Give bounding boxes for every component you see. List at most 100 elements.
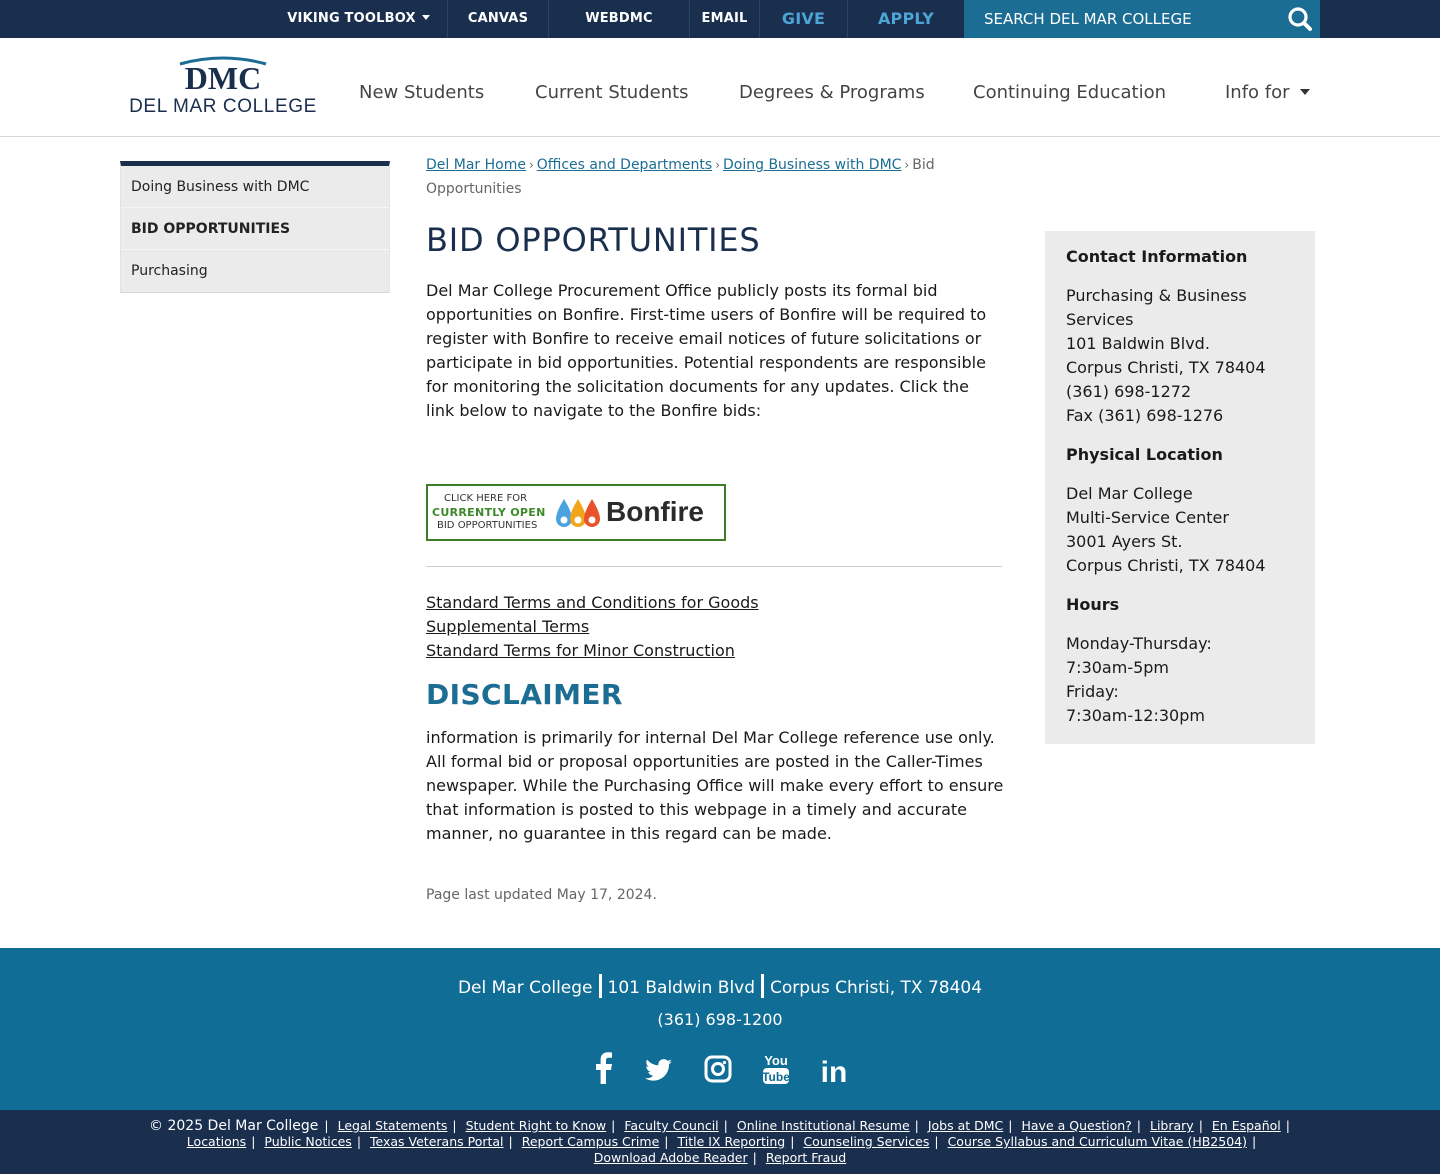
search-icon [1288, 7, 1312, 31]
footer-college-name: Del Mar College [457, 978, 593, 998]
nav-degrees-programs[interactable]: Degrees & Programs [739, 82, 925, 103]
logo-wordmark: DEL MAR COLLEGE [129, 96, 317, 117]
facebook-link[interactable] [588, 1052, 620, 1086]
supplemental-terms-link[interactable]: Supplemental Terms [426, 615, 759, 639]
pipe-divider: | [1008, 1118, 1013, 1133]
library-link[interactable]: Library [1150, 1118, 1194, 1133]
hours-line: 7:30am-5pm [1066, 658, 1170, 677]
pipe-divider: | [723, 1118, 728, 1133]
title-ix-reporting-link[interactable]: Title IX Reporting [677, 1134, 785, 1149]
dmc-logo-mark: DMC [179, 56, 267, 94]
intro-paragraph: Del Mar College Procurement Office publi… [426, 281, 987, 420]
nav-info-for[interactable]: Info for [1225, 82, 1310, 103]
contact-office-line: Purchasing & Business Services [1066, 286, 1247, 329]
counseling-services-link[interactable]: Counseling Services [803, 1134, 929, 1149]
pipe-divider: | [1198, 1118, 1203, 1133]
youtube-you-text: You [764, 1053, 788, 1068]
pipe-divider: | [752, 1150, 757, 1165]
facebook-icon [596, 1052, 612, 1084]
location-heading: Physical Location [1066, 445, 1223, 464]
apply-link[interactable]: APPLY [848, 0, 964, 38]
sidebar-item-doing-business[interactable]: Doing Business with DMC [121, 166, 389, 208]
caret-down-icon [421, 15, 430, 20]
content-divider [426, 566, 1002, 567]
public-notices-link[interactable]: Public Notices [264, 1134, 351, 1149]
jobs-at-dmc-link[interactable]: Jobs at DMC [928, 1118, 1003, 1133]
youtube-link[interactable]: You Tube [760, 1052, 792, 1086]
footer-phone[interactable]: (361) 698-1200 [0, 1010, 1440, 1029]
pipe-divider: | [324, 1118, 329, 1133]
footer-divider [761, 974, 765, 998]
sidebar-item-bid-opportunities[interactable]: BID OPPORTUNITIES [121, 208, 389, 250]
footer-divider [598, 974, 602, 998]
email-link[interactable]: EMAIL [690, 0, 760, 38]
nav-current-students[interactable]: Current Students [535, 82, 689, 103]
disclaimer-text: information is primarily for internal De… [426, 728, 1004, 843]
legal-links-row-2: Locations | Public Notices | Texas Veteran… [0, 1134, 1440, 1150]
webdmc-link[interactable]: WEBDMC [549, 0, 690, 38]
caret-down-icon [1299, 89, 1310, 95]
utility-bar: VIKING TOOLBOX CANVAS WEBDMC EMAIL GIVE … [0, 0, 1440, 38]
twitter-link[interactable] [642, 1052, 674, 1086]
dmc-logo[interactable]: DMC DEL MAR COLLEGE [128, 56, 318, 120]
social-links: You Tube in [588, 1052, 858, 1092]
contact-office-line: 101 Baldwin Blvd. [1066, 334, 1210, 353]
search-button[interactable] [1278, 0, 1320, 38]
section-sidebar: Doing Business with DMC BID OPPORTUNITIE… [120, 161, 390, 293]
breadcrumb-offices[interactable]: Offices and Departments [537, 157, 712, 173]
have-a-question-link[interactable]: Have a Question? [1021, 1118, 1131, 1133]
bonfire-line3: BID OPPORTUNITIES [437, 520, 538, 531]
download-adobe-reader-link[interactable]: Download Adobe Reader [594, 1150, 748, 1165]
site-search [964, 0, 1320, 38]
physical-location: Del Mar College Multi-Service Center 300… [1066, 482, 1294, 578]
contact-phone: (361) 698-1272 [1066, 382, 1192, 401]
nav-continuing-education[interactable]: Continuing Education [973, 82, 1166, 103]
main-content: Del Mar Home › Offices and Departments › Doi… [426, 153, 1006, 903]
give-link[interactable]: GIVE [760, 0, 848, 38]
viking-toolbox-menu[interactable]: VIKING TOOLBOX [270, 0, 448, 38]
legal-links-row-3: Download Adobe Reader | Report Fraud [0, 1150, 1440, 1166]
student-right-to-know-link[interactable]: Student Right to Know [466, 1118, 607, 1133]
pipe-divider: | [356, 1134, 362, 1149]
pipe-divider: | [664, 1134, 669, 1149]
texas-veterans-portal-link[interactable]: Texas Veterans Portal [370, 1134, 504, 1149]
linkedin-link[interactable]: in [818, 1052, 850, 1089]
contact-office-line: Corpus Christi, TX 78404 [1066, 358, 1266, 377]
canvas-link[interactable]: CANVAS [448, 0, 549, 38]
twitter-icon [645, 1059, 672, 1081]
report-campus-crime-link[interactable]: Report Campus Crime [522, 1134, 660, 1149]
legal-statements-link[interactable]: Legal Statements [338, 1118, 448, 1133]
pipe-divider: | [790, 1134, 795, 1149]
pipe-divider: | [1251, 1134, 1257, 1149]
breadcrumb-doing-business[interactable]: Doing Business with DMC [723, 157, 901, 173]
en-espanol-link[interactable]: En Español [1212, 1118, 1281, 1133]
hours-line: Friday: [1066, 682, 1119, 701]
nav-new-students[interactable]: New Students [359, 82, 484, 103]
breadcrumb-home[interactable]: Del Mar Home [426, 157, 526, 173]
report-fraud-link[interactable]: Report Fraud [766, 1150, 846, 1165]
location-line: Del Mar College [1066, 484, 1193, 503]
footer-street: 101 Baldwin Blvd [607, 978, 756, 998]
bonfire-line2: CURRENTLY OPEN [432, 506, 546, 519]
disclaimer-heading: DISCLAIMER [426, 678, 623, 711]
location-line: 3001 Ayers St. [1066, 532, 1183, 551]
course-syllabus-link[interactable]: Course Syllabus and Curriculum Vitae (HB… [948, 1134, 1247, 1149]
breadcrumb-separator-icon: › [528, 158, 534, 172]
minor-construction-terms-link[interactable]: Standard Terms for Minor Construction [426, 639, 759, 663]
online-institutional-resume-link[interactable]: Online Institutional Resume [737, 1118, 910, 1133]
footer-legal-bar: © 2025 Del Mar College | Legal Statements… [0, 1110, 1440, 1174]
faculty-council-link[interactable]: Faculty Council [624, 1118, 718, 1133]
youtube-tube-text: Tube [762, 1070, 790, 1084]
pipe-divider: | [508, 1134, 513, 1149]
footer-city: Corpus Christi, TX 78404 [770, 978, 983, 998]
search-input[interactable] [964, 0, 1274, 38]
pipe-divider: | [1285, 1118, 1290, 1133]
instagram-link[interactable] [702, 1052, 734, 1086]
sidebar-item-purchasing[interactable]: Purchasing [121, 250, 389, 292]
standard-terms-goods-link[interactable]: Standard Terms and Conditions for Goods [426, 591, 759, 615]
locations-link[interactable]: Locations [187, 1134, 246, 1149]
bonfire-bids-button[interactable]: CLICK HERE FOR CURRENTLY OPEN BID OPPORT… [426, 484, 726, 541]
youtube-icon: You Tube [762, 1053, 790, 1084]
contact-heading: Contact Information [1066, 247, 1248, 266]
hours-line: Monday-Thursday: [1066, 634, 1212, 653]
